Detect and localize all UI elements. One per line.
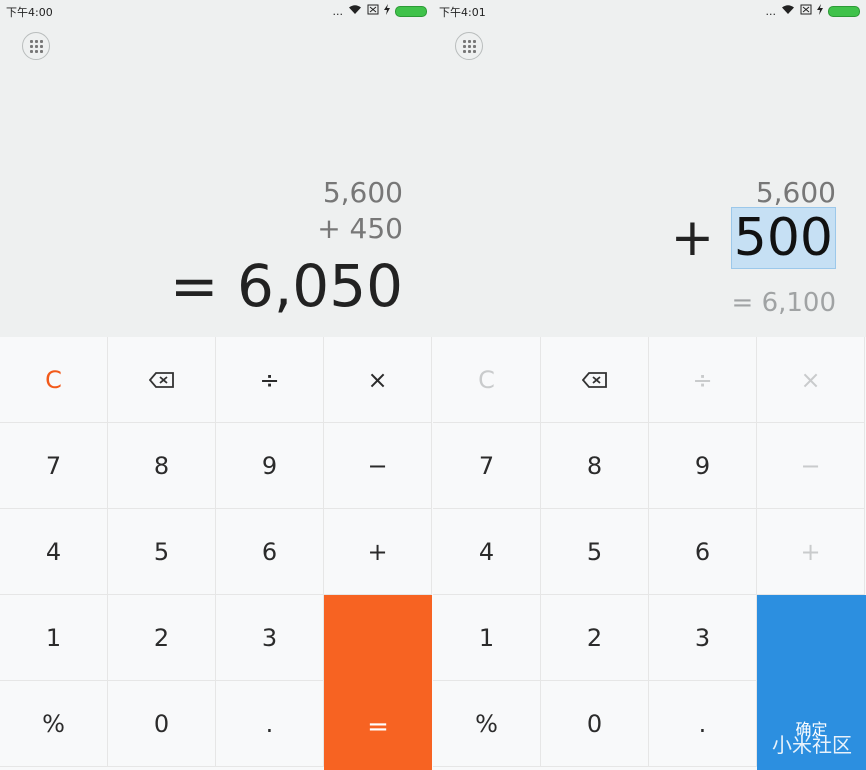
wifi-icon (348, 4, 362, 18)
digit-0-button[interactable]: 0 (108, 681, 216, 767)
charging-icon (384, 4, 390, 18)
equals-button[interactable]: = (324, 595, 432, 770)
clear-button[interactable]: C (433, 337, 541, 423)
selected-input[interactable]: 500 (730, 207, 836, 269)
battery-icon (395, 5, 427, 17)
digit-5-button[interactable]: 5 (541, 509, 649, 595)
expression-operand: 5,600 (322, 176, 403, 209)
status-bar: 下午4:01 ... (439, 4, 860, 20)
menu-button[interactable] (455, 32, 483, 60)
digit-4-button[interactable]: 4 (433, 509, 541, 595)
digit-7-button[interactable]: 7 (0, 423, 108, 509)
more-icon: ... (332, 4, 344, 18)
expression-operator-line: + 450 (317, 212, 403, 245)
backspace-button[interactable] (541, 337, 649, 423)
digit-7-button[interactable]: 7 (433, 423, 541, 509)
wifi-icon (781, 4, 795, 18)
status-time: 下午4:01 (439, 6, 486, 19)
decimal-button[interactable]: . (216, 681, 324, 767)
expression-operand: 5,600 (755, 176, 836, 209)
backspace-icon (148, 371, 174, 388)
divide-button[interactable]: ÷ (216, 337, 324, 423)
digit-6-button[interactable]: 6 (216, 509, 324, 595)
more-icon: ... (765, 4, 777, 18)
backspace-button[interactable] (108, 337, 216, 423)
keypad: C ÷ × 7 8 9 − 4 5 6 + 1 2 3 确定 % 0 . (433, 337, 866, 770)
digit-3-button[interactable]: 3 (649, 595, 757, 681)
display-area: 下午4:00 ... 5,600 + 450 = 6,050 (0, 0, 433, 337)
charging-icon (817, 4, 823, 18)
digit-1-button[interactable]: 1 (0, 595, 108, 681)
digit-8-button[interactable]: 8 (108, 423, 216, 509)
battery-icon (828, 5, 860, 17)
digit-6-button[interactable]: 6 (649, 509, 757, 595)
digit-1-button[interactable]: 1 (433, 595, 541, 681)
sim-icon (800, 4, 812, 18)
clear-button[interactable]: C (0, 337, 108, 423)
result-display: = 6,050 (169, 252, 403, 320)
status-time: 下午4:00 (6, 6, 53, 19)
watermark: 小米社区 (772, 733, 852, 757)
sim-icon (367, 4, 379, 18)
percent-button[interactable]: % (433, 681, 541, 767)
plus-button[interactable]: + (324, 509, 432, 595)
digit-9-button[interactable]: 9 (649, 423, 757, 509)
digit-2-button[interactable]: 2 (108, 595, 216, 681)
decimal-button[interactable]: . (649, 681, 757, 767)
percent-button[interactable]: % (0, 681, 108, 767)
digit-0-button[interactable]: 0 (541, 681, 649, 767)
digit-5-button[interactable]: 5 (108, 509, 216, 595)
expression-input-line: + 500 (670, 207, 836, 269)
divide-button[interactable]: ÷ (649, 337, 757, 423)
status-icons: ... (765, 4, 860, 18)
grid-menu-icon (29, 39, 43, 53)
display-area: 下午4:01 ... 5,600 + 500 = 6,100 (433, 0, 866, 337)
digit-9-button[interactable]: 9 (216, 423, 324, 509)
left-calculator-screen: 下午4:00 ... 5,600 + 450 = 6,050 C ÷ × 7 8… (0, 0, 433, 770)
backspace-icon (581, 371, 607, 388)
minus-button[interactable]: − (324, 423, 432, 509)
minus-button[interactable]: − (757, 423, 865, 509)
menu-button[interactable] (22, 32, 50, 60)
digit-8-button[interactable]: 8 (541, 423, 649, 509)
multiply-button[interactable]: × (324, 337, 432, 423)
status-bar: 下午4:00 ... (6, 4, 427, 20)
keypad: C ÷ × 7 8 9 − 4 5 6 + 1 2 3 = % 0 . (0, 337, 433, 770)
digit-3-button[interactable]: 3 (216, 595, 324, 681)
preview-result: = 6,100 (731, 288, 836, 318)
status-icons: ... (332, 4, 427, 18)
plus-button[interactable]: + (757, 509, 865, 595)
grid-menu-icon (462, 39, 476, 53)
multiply-button[interactable]: × (757, 337, 865, 423)
operator-symbol: + (670, 208, 715, 268)
right-calculator-screen: 下午4:01 ... 5,600 + 500 = 6,100 C ÷ × 7 8… (433, 0, 866, 770)
digit-4-button[interactable]: 4 (0, 509, 108, 595)
digit-2-button[interactable]: 2 (541, 595, 649, 681)
